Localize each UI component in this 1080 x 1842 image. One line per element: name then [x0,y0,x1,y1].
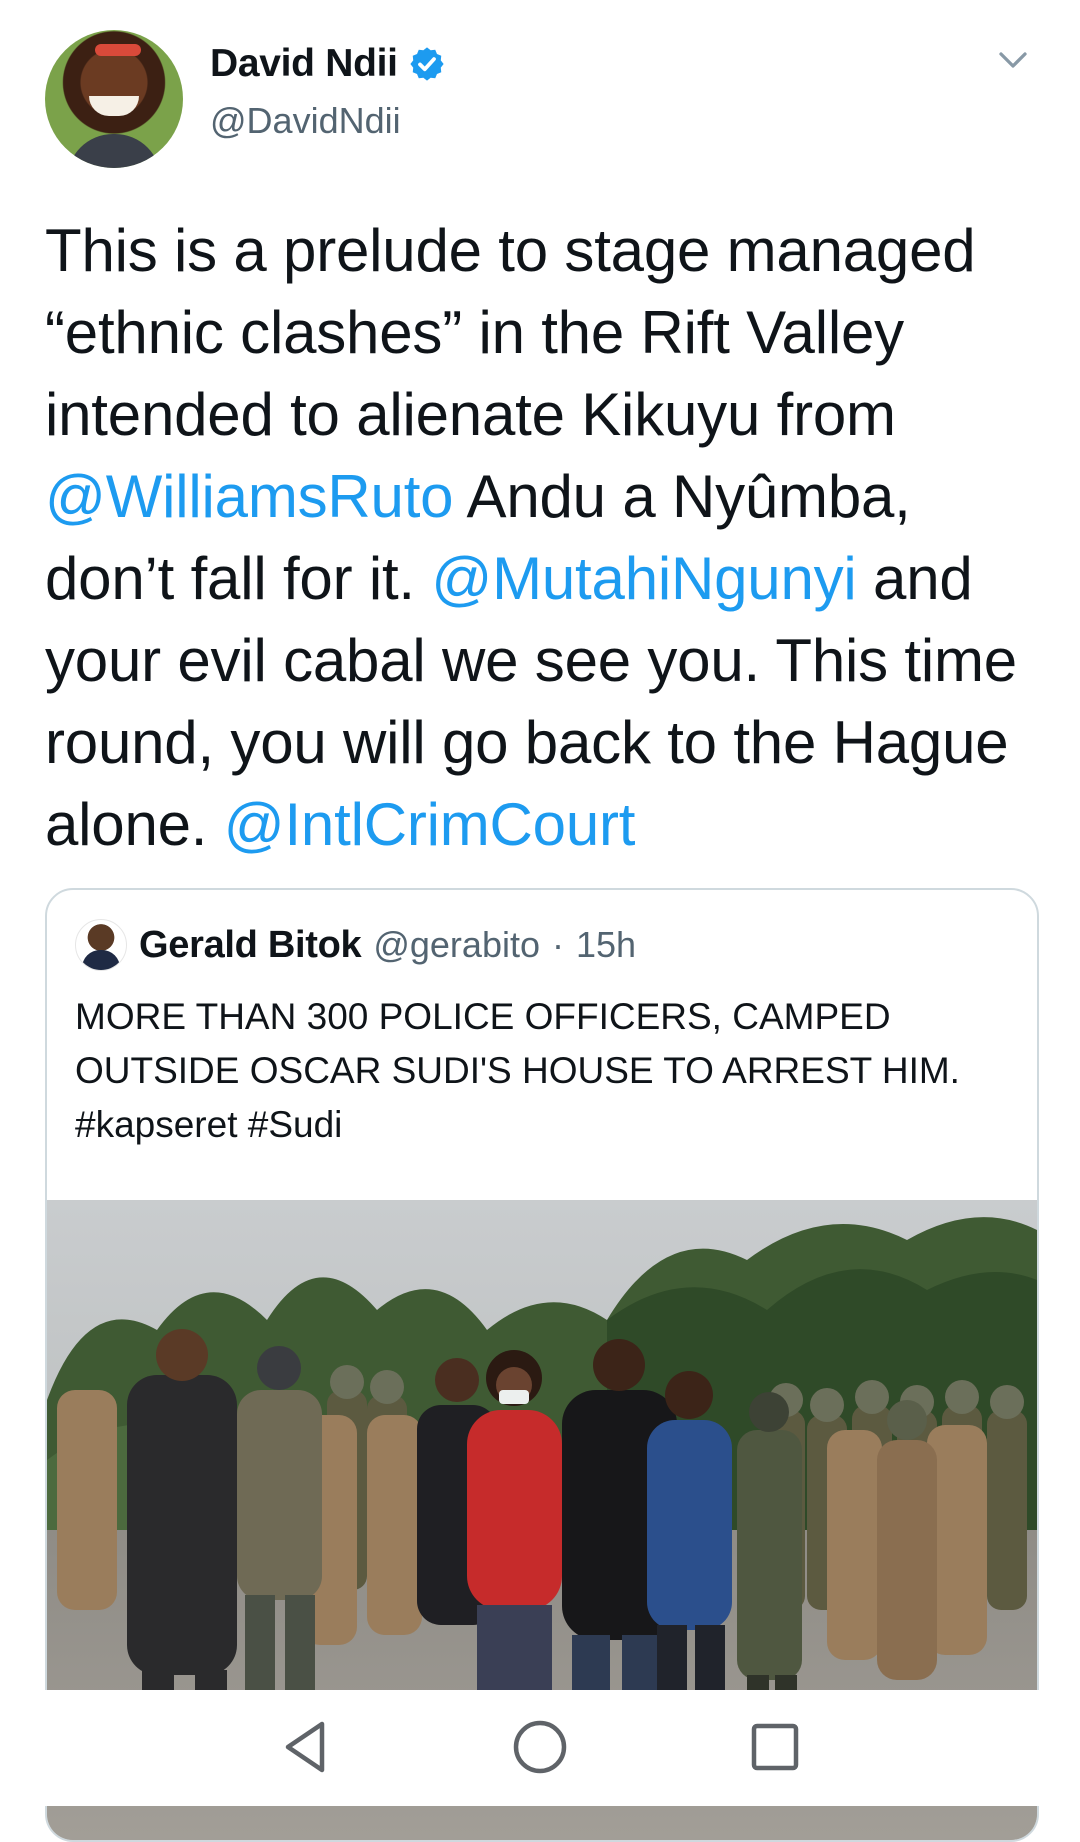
author-avatar[interactable] [45,30,183,168]
avatar-shirt [67,134,161,168]
quoted-timestamp: 15h [575,924,637,965]
quoted-author-name: Gerald Bitok [139,923,362,966]
tweet-text-segment: This is a prelude to stage managed “ethn… [45,217,976,448]
home-circle-icon[interactable] [505,1712,575,1782]
quoted-author-handle: @gerabito [373,924,540,965]
tweet-text: This is a prelude to stage managed “ethn… [45,210,1045,866]
avatar-glasses [95,44,141,56]
quoted-tweet-header: Gerald Bitok @gerabito · 15h [75,919,637,971]
recents-square-icon[interactable] [740,1712,810,1782]
mention-mutahingunyi[interactable]: @MutahiNgunyi [431,545,856,612]
back-triangle-icon[interactable] [272,1712,342,1782]
quoted-tweet-text: MORE THAN 300 POLICE OFFICERS, CAMPED OU… [75,996,960,1145]
avatar-smile [89,96,139,116]
quoted-author-avatar [75,919,127,971]
tweet-screen: David Ndii @DavidNdii This is a prelude … [0,0,1080,1842]
verified-badge-icon [408,45,446,83]
chevron-down-icon[interactable] [995,42,1031,78]
quoted-avatar-suit [82,950,120,970]
quoted-separator: · [551,924,564,965]
author-name-row: David Ndii [210,42,446,86]
system-navigation-bar [0,1690,1080,1806]
mention-williamsruto[interactable]: @WilliamsRuto [45,463,454,530]
mention-intlcrimcourt[interactable]: @IntlCrimCourt [224,791,636,858]
author-handle[interactable]: @DavidNdii [210,100,401,142]
author-display-name[interactable]: David Ndii [210,42,398,86]
